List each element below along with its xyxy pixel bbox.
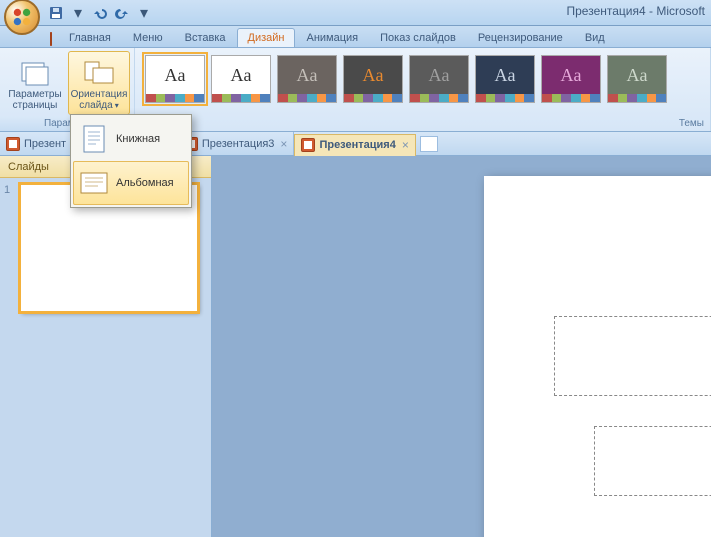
ribbon-tabs: Главная Меню Вставка Дизайн Анимация Пок… xyxy=(0,26,711,48)
title-placeholder[interactable]: Заго xyxy=(554,316,711,396)
orientation-portrait-label: Книжная xyxy=(116,133,160,145)
theme-color-bar xyxy=(476,94,534,102)
tab-animation[interactable]: Анимация xyxy=(295,28,369,47)
orientation-label: Ориентация слайда▾ xyxy=(71,89,128,111)
orientation-button[interactable]: Ориентация слайда▾ xyxy=(68,51,130,115)
theme-preview-text: Aa xyxy=(608,56,666,94)
slide[interactable]: Заго Под xyxy=(484,176,711,537)
tab-design[interactable]: Дизайн xyxy=(237,28,296,47)
theme-color-bar xyxy=(212,94,270,102)
theme-color-bar xyxy=(146,94,204,102)
theme-preview-text: Aa xyxy=(344,56,402,94)
orientation-portrait[interactable]: Книжная xyxy=(73,117,189,161)
undo-icon[interactable] xyxy=(92,5,108,21)
office-logo-icon xyxy=(11,6,33,28)
theme-preview-text: Aa xyxy=(410,56,468,94)
tab-view[interactable]: Вид xyxy=(574,28,616,47)
theme-swatch[interactable]: Aa xyxy=(211,55,271,103)
close-icon[interactable]: × xyxy=(280,137,287,151)
orientation-dropdown: Книжная Альбомная xyxy=(70,114,192,208)
theme-swatch[interactable]: Aa xyxy=(145,55,205,103)
landscape-icon xyxy=(80,168,108,198)
theme-color-bar xyxy=(542,94,600,102)
page-setup-icon xyxy=(19,59,51,87)
themes-gallery: AaAaAaAaAaAaAaAa xyxy=(139,51,706,103)
save-icon[interactable] xyxy=(48,5,64,21)
document-tab-label: Презент xyxy=(24,138,66,150)
thumb-number: 1 xyxy=(4,184,14,312)
orientation-landscape-label: Альбомная xyxy=(116,177,174,189)
theme-swatch[interactable]: Aa xyxy=(607,55,667,103)
orientation-landscape[interactable]: Альбомная xyxy=(73,161,189,205)
theme-swatch[interactable]: Aa xyxy=(409,55,469,103)
redo-icon[interactable] xyxy=(114,5,130,21)
theme-preview-text: Aa xyxy=(278,56,336,94)
quick-access-toolbar: ▾ ▾ xyxy=(48,5,152,21)
tab-addin-icon[interactable] xyxy=(44,30,58,47)
new-document-button[interactable] xyxy=(420,136,438,152)
subtitle-placeholder[interactable]: Под xyxy=(594,426,711,496)
group-themes: AaAaAaAaAaAaAaAa Темы xyxy=(135,48,711,131)
theme-color-bar xyxy=(410,94,468,102)
orientation-icon xyxy=(83,59,115,87)
document-tab-label: Презентация3 xyxy=(202,138,275,150)
theme-swatch[interactable]: Aa xyxy=(277,55,337,103)
chevron-down-icon: ▾ xyxy=(115,101,119,110)
theme-preview-text: Aa xyxy=(146,56,204,94)
powerpoint-icon xyxy=(301,138,315,152)
title-bar: ▾ ▾ Презентация4 - Microsoft xyxy=(0,0,711,26)
slide-panel: Слайды 1 xyxy=(0,156,212,537)
workspace: Слайды 1 Заго Под xyxy=(0,156,711,537)
page-setup-button[interactable]: Параметры страницы xyxy=(4,51,66,115)
theme-preview-text: Aa xyxy=(476,56,534,94)
portrait-icon xyxy=(80,124,108,154)
theme-swatch[interactable]: Aa xyxy=(475,55,535,103)
gutter xyxy=(212,156,224,537)
powerpoint-icon xyxy=(50,32,52,46)
window-title: Презентация4 - Microsoft xyxy=(567,4,706,18)
theme-preview-text: Aa xyxy=(212,56,270,94)
theme-preview-text: Aa xyxy=(542,56,600,94)
close-icon[interactable]: × xyxy=(402,138,409,152)
qat-dropdown-icon[interactable]: ▾ xyxy=(136,5,152,21)
tab-home[interactable]: Главная xyxy=(58,28,122,47)
theme-swatch[interactable]: Aa xyxy=(343,55,403,103)
slide-canvas: Заго Под xyxy=(224,156,711,537)
office-button[interactable] xyxy=(4,0,40,35)
thumbnails: 1 xyxy=(0,178,211,537)
theme-color-bar xyxy=(608,94,666,102)
document-tab[interactable]: Презентация3 × xyxy=(178,132,295,155)
theme-color-bar xyxy=(344,94,402,102)
document-tab[interactable]: Презентация4 × xyxy=(294,134,415,156)
theme-color-bar xyxy=(278,94,336,102)
powerpoint-icon xyxy=(6,137,20,151)
tab-insert[interactable]: Вставка xyxy=(174,28,237,47)
group-label-themes: Темы xyxy=(679,118,704,129)
tab-slideshow[interactable]: Показ слайдов xyxy=(369,28,467,47)
qat-separator-icon: ▾ xyxy=(70,5,86,21)
tab-review[interactable]: Рецензирование xyxy=(467,28,574,47)
document-tab-label: Презентация4 xyxy=(319,139,395,151)
tab-menu[interactable]: Меню xyxy=(122,28,174,47)
theme-swatch[interactable]: Aa xyxy=(541,55,601,103)
page-setup-label: Параметры страницы xyxy=(8,89,61,111)
